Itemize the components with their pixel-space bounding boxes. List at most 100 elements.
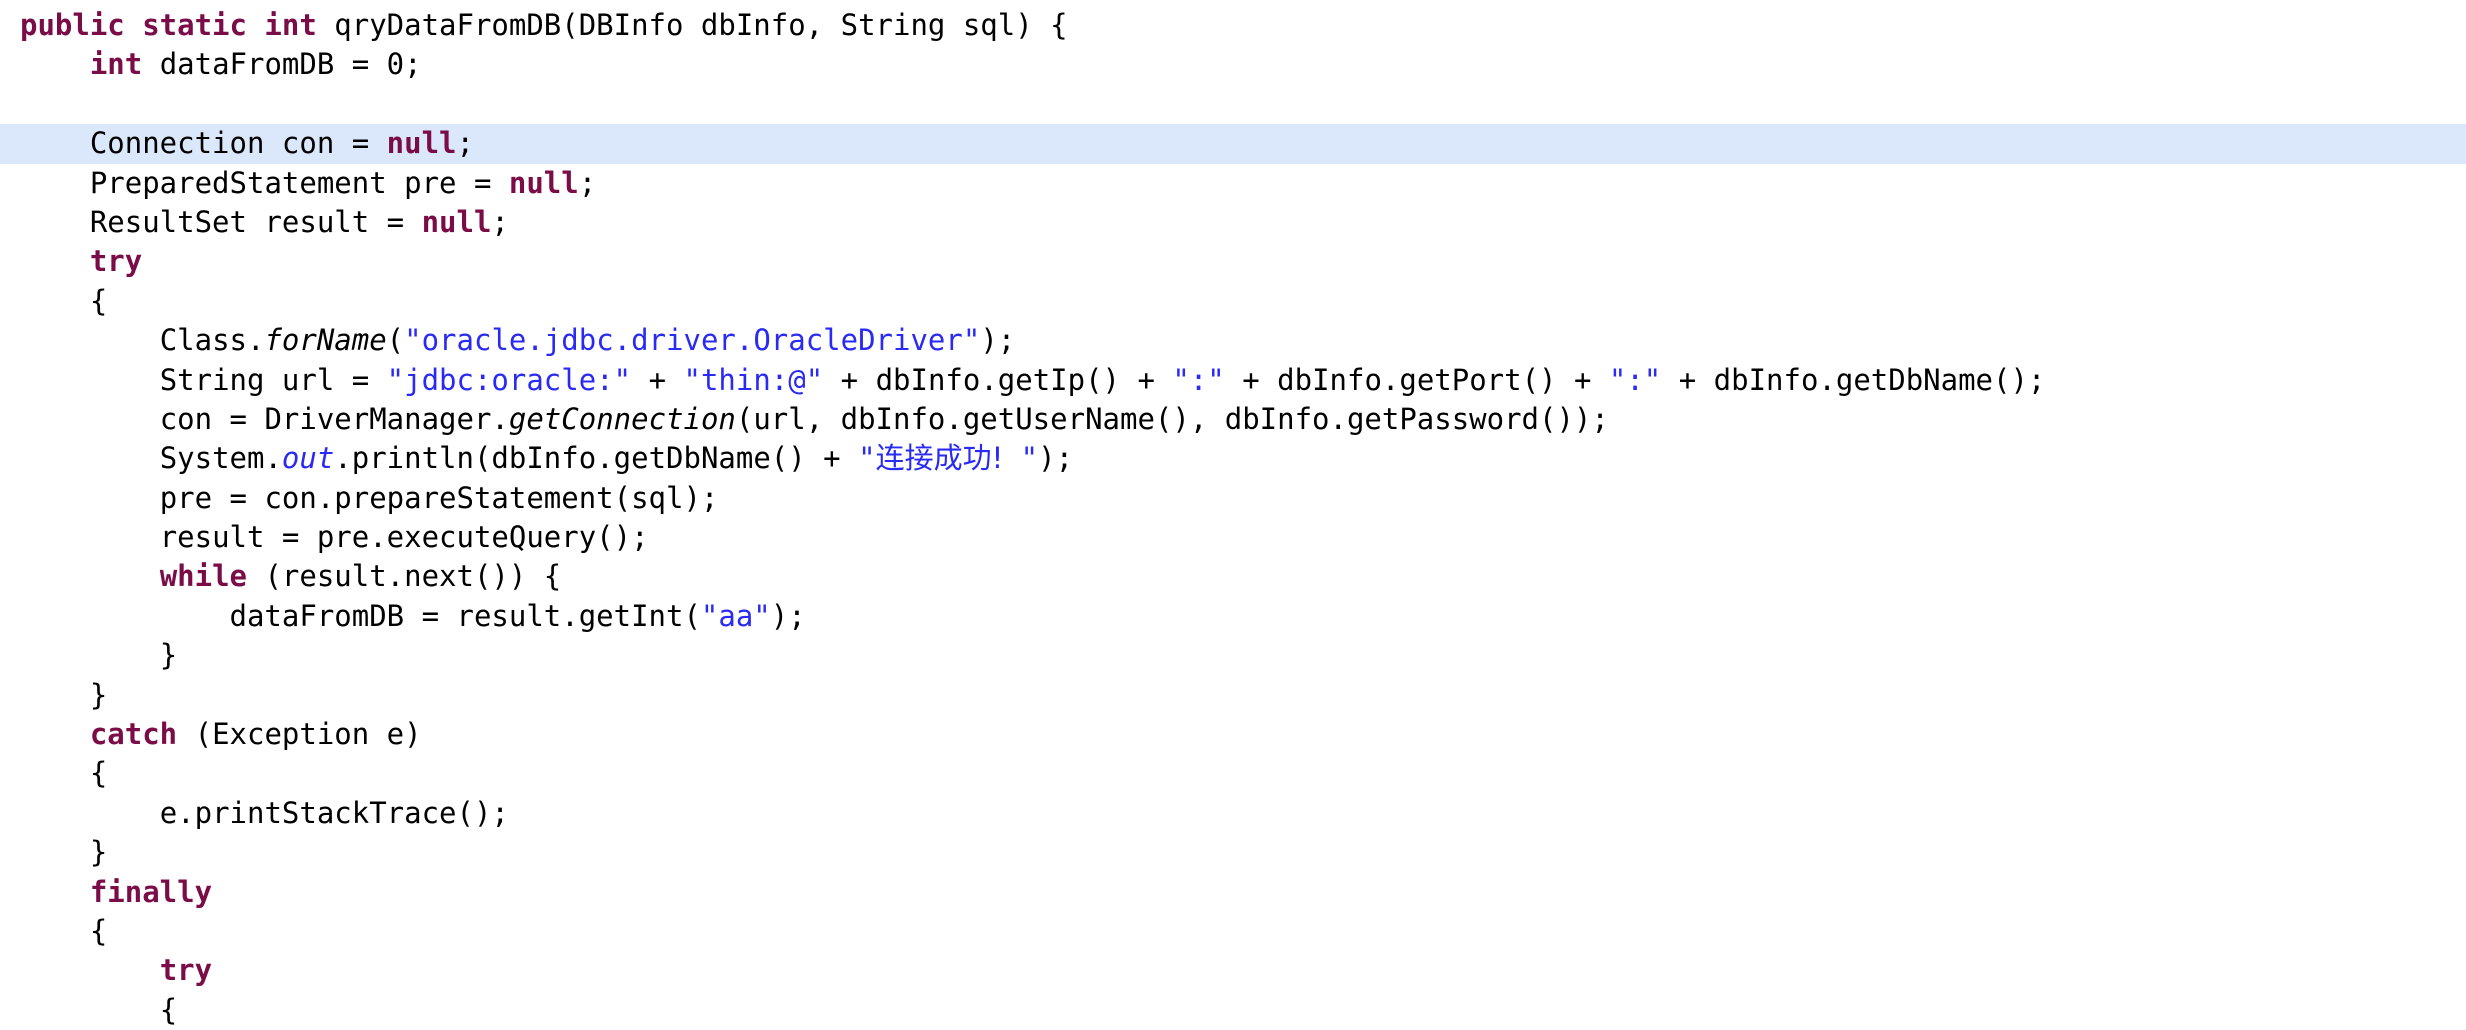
code-token-method-italic: forName bbox=[264, 323, 387, 358]
code-token-str: " bbox=[1003, 441, 1039, 476]
code-token-str: ":" bbox=[1608, 362, 1662, 397]
code-line[interactable]: } bbox=[0, 676, 2466, 715]
code-line[interactable]: try bbox=[0, 951, 2466, 990]
code-line[interactable]: catch (Exception e) bbox=[0, 715, 2466, 754]
code-line[interactable]: PreparedStatement pre = null; bbox=[0, 164, 2466, 203]
code-token-plain: (result.next()) { bbox=[247, 559, 562, 594]
code-token-str: ":" bbox=[1172, 362, 1225, 397]
code-token-plain: ); bbox=[770, 598, 806, 633]
code-editor-view[interactable]: public static int qryDataFromDB(DBInfo d… bbox=[0, 0, 2466, 1027]
code-line[interactable]: con = DriverManager.getConnection(url, d… bbox=[0, 400, 2466, 439]
code-token-plain: ; bbox=[491, 204, 509, 239]
code-token-plain: e.printStackTrace(); bbox=[159, 795, 509, 830]
code-token-kw: null bbox=[508, 165, 579, 200]
code-token-kw: public static int bbox=[20, 8, 335, 42]
code-line[interactable]: String url = "jdbc:oracle:" + "thin:@" +… bbox=[0, 361, 2466, 400]
code-token-kw: try bbox=[89, 244, 143, 279]
code-line[interactable]: int dataFromDB = 0; bbox=[0, 45, 2466, 84]
code-token-plain: { bbox=[159, 992, 178, 1027]
code-token-str: " bbox=[858, 441, 876, 476]
code-token-plain: ; bbox=[456, 126, 474, 161]
code-token-plain: ( bbox=[386, 323, 405, 358]
code-token-plain: Connection con = bbox=[89, 126, 387, 161]
code-token-plain: (Exception e) bbox=[177, 717, 422, 752]
code-token-plain: con = DriverManager. bbox=[159, 401, 509, 436]
code-token-method-italic: getConnection bbox=[508, 401, 736, 436]
code-line[interactable]: { bbox=[0, 282, 2466, 321]
code-line[interactable]: } bbox=[0, 636, 2466, 675]
code-token-plain: { bbox=[89, 913, 108, 948]
code-token-plain: result = pre.executeQuery(); bbox=[159, 520, 649, 555]
code-token-plain: { bbox=[89, 283, 108, 318]
code-line[interactable]: while (result.next()) { bbox=[0, 557, 2466, 596]
code-token-plain: String url = bbox=[159, 362, 387, 397]
code-line[interactable]: pre = con.prepareStatement(sql); bbox=[0, 479, 2466, 518]
code-line[interactable]: try bbox=[0, 242, 2466, 281]
code-line[interactable]: e.printStackTrace(); bbox=[0, 794, 2466, 833]
code-token-str: "thin:@" bbox=[683, 362, 824, 397]
code-line[interactable]: ResultSet result = null; bbox=[0, 203, 2466, 242]
code-token-plain: { bbox=[89, 756, 108, 791]
code-token-kw: finally bbox=[89, 874, 213, 909]
code-token-kw: int bbox=[89, 47, 160, 82]
code-line[interactable] bbox=[0, 85, 2466, 124]
code-token-static: out bbox=[281, 441, 335, 476]
code-token-plain: ResultSet result = bbox=[89, 204, 422, 239]
code-line[interactable]: dataFromDB = result.getInt("aa"); bbox=[0, 597, 2466, 636]
code-token-plain: + dbInfo.getDbName(); bbox=[1661, 362, 2046, 397]
code-token-plain: + bbox=[631, 362, 684, 397]
code-token-plain: } bbox=[89, 835, 108, 870]
code-token-plain: Class. bbox=[159, 323, 265, 358]
code-line[interactable]: { bbox=[0, 912, 2466, 951]
code-token-plain: ; bbox=[578, 165, 597, 200]
code-token-plain: } bbox=[159, 638, 178, 673]
code-line[interactable]: result = pre.executeQuery(); bbox=[0, 518, 2466, 557]
code-line[interactable]: finally bbox=[0, 873, 2466, 912]
code-line[interactable]: { bbox=[0, 754, 2466, 793]
code-token-str: "jdbc:oracle:" bbox=[386, 362, 632, 397]
code-token-plain: PreparedStatement pre = bbox=[89, 165, 509, 200]
code-token-plain: ); bbox=[980, 323, 1016, 358]
code-line[interactable]: { bbox=[0, 991, 2466, 1030]
code-line[interactable]: Class.forName("oracle.jdbc.driver.Oracle… bbox=[0, 321, 2466, 360]
code-token-plain: (url, dbInfo.getUserName(), dbInfo.getPa… bbox=[735, 401, 1609, 436]
code-token-cjk: 连接成功! bbox=[875, 441, 1004, 476]
code-token-kw: while bbox=[159, 559, 247, 594]
code-line[interactable]: System.out.println(dbInfo.getDbName() + … bbox=[0, 439, 2466, 478]
code-token-plain: pre = con.prepareStatement(sql); bbox=[159, 480, 719, 515]
code-token-plain: ); bbox=[1038, 441, 1074, 476]
code-token-plain: } bbox=[89, 677, 108, 712]
code-line[interactable]: public static int qryDataFromDB(DBInfo d… bbox=[0, 6, 2466, 45]
code-line[interactable]: Connection con = null; bbox=[0, 124, 2466, 164]
code-line[interactable]: } bbox=[0, 833, 2466, 872]
code-token-plain: + dbInfo.getIp() + bbox=[823, 362, 1173, 397]
code-token-plain: .println(dbInfo.getDbName() + bbox=[334, 441, 859, 476]
code-token-plain: + dbInfo.getPort() + bbox=[1224, 362, 1609, 397]
code-token-kw: null bbox=[386, 126, 457, 161]
code-token-kw: null bbox=[421, 204, 492, 239]
code-token-str: "aa" bbox=[700, 598, 771, 633]
